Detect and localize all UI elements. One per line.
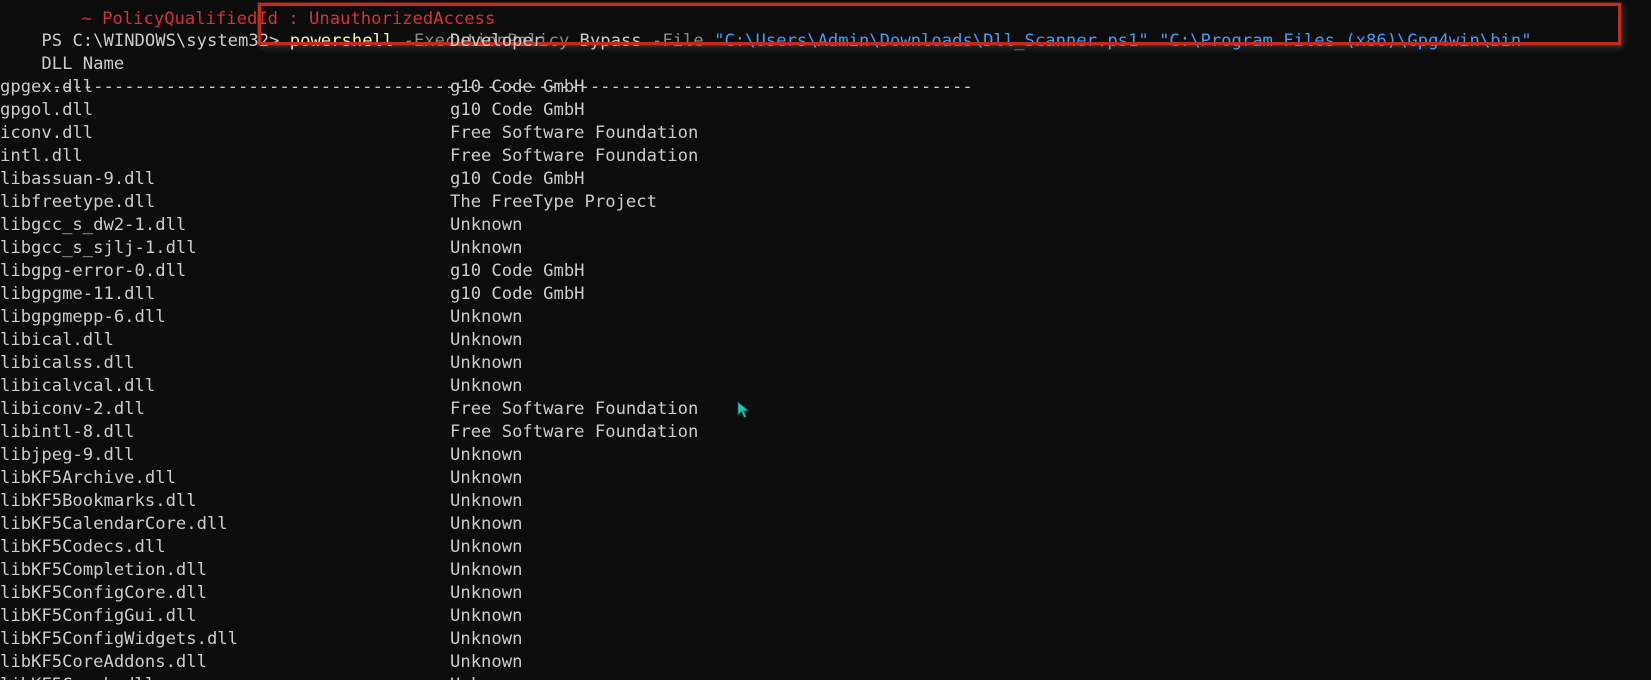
dll-name-cell: libKF5CalendarCore.dll bbox=[0, 514, 228, 534]
dll-name-cell: intl.dll bbox=[0, 146, 83, 166]
table-row: libicalss.dll Unknown bbox=[0, 352, 1651, 375]
developer-cell: Free Software Foundation bbox=[450, 146, 699, 166]
developer-cell: Unknown bbox=[450, 445, 523, 465]
developer-cell: Unknown bbox=[450, 583, 523, 603]
dll-name-cell: libKF5Bookmarks.dll bbox=[0, 491, 197, 511]
table-row: libical.dll Unknown bbox=[0, 329, 1651, 352]
table-row: libfreetype.dll The FreeType Project bbox=[0, 191, 1651, 214]
developer-cell: Unknown bbox=[450, 353, 523, 373]
dll-name-cell: libicalvcal.dll bbox=[0, 376, 156, 396]
developer-cell: Unknown bbox=[450, 674, 522, 680]
table-row: libKF5Codecs.dll Unknown bbox=[0, 536, 1651, 559]
developer-cell: Unknown bbox=[450, 514, 523, 534]
mouse-cursor-icon bbox=[737, 401, 750, 419]
developer-cell: The FreeType Project bbox=[450, 192, 657, 212]
table-row: libKF5ConfigCore.dll Unknown bbox=[0, 582, 1651, 605]
table-row: gpgol.dll g10 Code GmbH bbox=[0, 99, 1651, 122]
developer-cell: Unknown bbox=[450, 629, 523, 649]
table-row: libKF5Archive.dll Unknown bbox=[0, 467, 1651, 490]
dll-name-cell: libiconv-2.dll bbox=[0, 399, 145, 419]
table-row: libgcc_s_sjlj-1.dll Unknown bbox=[0, 237, 1651, 260]
table-row: gpgex.dll g10 Code GmbH bbox=[0, 76, 1651, 99]
developer-cell: Free Software Foundation bbox=[450, 422, 699, 442]
table-row: libgpg-error-0.dll g10 Code GmbH bbox=[0, 260, 1651, 283]
table-row: libjpeg-9.dll Unknown bbox=[0, 444, 1651, 467]
table-separator: ----------------------------------------… bbox=[0, 53, 972, 97]
table-row: libKF5Crash.dll Unknown bbox=[0, 674, 1651, 680]
developer-cell: Free Software Foundation bbox=[450, 399, 699, 419]
dll-name-cell: libKF5CoreAddons.dll bbox=[0, 652, 207, 672]
file-param: -File bbox=[652, 31, 704, 51]
header-developer: Developer bbox=[450, 31, 544, 51]
dll-table-body: gpgex.dll g10 Code GmbH gpgol.dll g10 Code … bbox=[0, 76, 1651, 680]
developer-cell: Unknown bbox=[450, 652, 523, 672]
dll-name-cell: libgpg-error-0.dll bbox=[0, 261, 187, 281]
table-row: libassuan-9.dll g10 Code GmbH bbox=[0, 168, 1651, 191]
table-row: libicalvcal.dll Unknown bbox=[0, 375, 1651, 398]
table-row: libiconv-2.dll Free Software Foundation bbox=[0, 398, 1651, 421]
developer-cell: Free Software Foundation bbox=[450, 123, 699, 143]
developer-cell: Unknown bbox=[450, 215, 523, 235]
dll-name-cell: libKF5ConfigCore.dll bbox=[0, 583, 207, 603]
developer-cell: Unknown bbox=[450, 307, 523, 327]
developer-cell: g10 Code GmbH bbox=[450, 169, 585, 189]
table-header: DLL Name Developer bbox=[0, 30, 543, 74]
dll-name-cell: libKF5Crash.dll bbox=[0, 675, 155, 680]
command-line: PS C:\WINDOWS\system32> powershell -Exec… bbox=[0, 7, 1531, 51]
table-row: libgpgmepp-6.dll Unknown bbox=[0, 306, 1651, 329]
script-path: "C:\Users\Admin\Downloads\Dll_Scanner.ps… bbox=[714, 31, 1149, 51]
dll-name-cell: libjpeg-9.dll bbox=[0, 445, 135, 465]
developer-cell: g10 Code GmbH bbox=[450, 100, 585, 120]
developer-cell: Unknown bbox=[450, 468, 523, 488]
dll-name-cell: libKF5ConfigGui.dll bbox=[0, 606, 197, 626]
table-row: libKF5Bookmarks.dll Unknown bbox=[0, 490, 1651, 513]
dll-name-cell: gpgex.dll bbox=[0, 77, 94, 97]
dll-name-cell: libKF5ConfigWidgets.dll bbox=[0, 629, 238, 649]
developer-cell: g10 Code GmbH bbox=[450, 77, 585, 97]
developer-cell: Unknown bbox=[450, 330, 523, 350]
developer-cell: Unknown bbox=[450, 537, 523, 557]
dll-name-cell: libgpgmepp-6.dll bbox=[0, 307, 166, 327]
table-row: libKF5CoreAddons.dll Unknown bbox=[0, 651, 1651, 674]
developer-cell: Unknown bbox=[450, 560, 523, 580]
table-row: libgcc_s_dw2-1.dll Unknown bbox=[0, 214, 1651, 237]
table-row: libKF5ConfigGui.dll Unknown bbox=[0, 605, 1651, 628]
table-row: libKF5Completion.dll Unknown bbox=[0, 559, 1651, 582]
dll-name-cell: libgcc_s_dw2-1.dll bbox=[0, 215, 187, 235]
dll-name-cell: gpgol.dll bbox=[0, 100, 94, 120]
dll-name-cell: libfreetype.dll bbox=[0, 192, 156, 212]
dll-name-cell: libKF5Codecs.dll bbox=[0, 537, 166, 557]
dll-name-cell: libintl-8.dll bbox=[0, 422, 135, 442]
developer-cell: g10 Code GmbH bbox=[450, 261, 585, 281]
developer-cell: g10 Code GmbH bbox=[450, 284, 585, 304]
table-row: libKF5CalendarCore.dll Unknown bbox=[0, 513, 1651, 536]
table-row: intl.dll Free Software Foundation bbox=[0, 145, 1651, 168]
table-row: libintl-8.dll Free Software Foundation bbox=[0, 421, 1651, 444]
dll-name-cell: libical.dll bbox=[0, 330, 114, 350]
developer-cell: Unknown bbox=[450, 491, 523, 511]
developer-cell: Unknown bbox=[450, 376, 523, 396]
powershell-terminal[interactable]: ~ PolicyQualifiedId : UnauthorizedAccess… bbox=[0, 0, 1651, 680]
dll-name-cell: libgpgme-11.dll bbox=[0, 284, 156, 304]
table-row: libKF5ConfigWidgets.dll Unknown bbox=[0, 628, 1651, 651]
developer-cell: Unknown bbox=[450, 606, 523, 626]
table-row: libgpgme-11.dll g10 Code GmbH bbox=[0, 283, 1651, 306]
target-directory-path: "C:\Program Files (x86)\Gpg4win\bin" bbox=[1159, 31, 1532, 51]
dll-name-cell: libKF5Completion.dll bbox=[0, 560, 207, 580]
dll-name-cell: iconv.dll bbox=[0, 123, 94, 143]
developer-cell: Unknown bbox=[450, 238, 523, 258]
dll-name-cell: libgcc_s_sjlj-1.dll bbox=[0, 238, 197, 258]
dll-name-cell: libicalss.dll bbox=[0, 353, 135, 373]
execution-policy-value: Bypass bbox=[579, 31, 642, 51]
command-name: powershell bbox=[289, 31, 394, 51]
table-row: iconv.dll Free Software Foundation bbox=[0, 122, 1651, 145]
dll-name-cell: libKF5Archive.dll bbox=[0, 468, 176, 488]
dll-name-cell: libassuan-9.dll bbox=[0, 169, 156, 189]
